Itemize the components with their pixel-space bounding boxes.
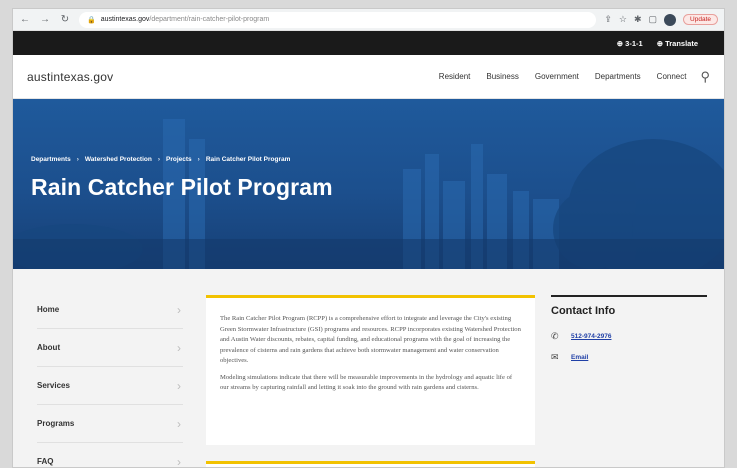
contact-email-link[interactable]: Email — [571, 354, 588, 361]
contact-phone-link[interactable]: 512-974-2976 — [571, 333, 611, 340]
breadcrumb-separator-icon: › — [197, 156, 200, 163]
envelope-icon: ✉ — [551, 352, 559, 362]
sidenav-item-label: Home — [37, 305, 60, 314]
next-card — [206, 461, 535, 467]
phone-label: 3-1-1 — [625, 38, 643, 48]
breadcrumb-separator-icon: › — [76, 156, 79, 163]
browser-window: ← → ↻ 🔒 austintexas.gov/department/rain-… — [12, 8, 725, 468]
url-path: /department/rain-catcher-pilot-program — [149, 16, 270, 23]
translate-label: Translate — [665, 38, 698, 48]
lock-icon: 🔒 — [87, 16, 96, 24]
search-icon[interactable]: ⚲ — [700, 69, 710, 85]
nav-resident[interactable]: Resident — [439, 72, 471, 81]
back-icon[interactable]: ← — [19, 14, 31, 25]
sidenav-item-services[interactable]: Services › — [37, 367, 183, 405]
utility-bar: ⊕ 3-1-1 ⊕ Translate — [13, 31, 724, 55]
nav-connect[interactable]: Connect — [657, 72, 687, 81]
translate-link[interactable]: ⊕ Translate — [657, 39, 698, 48]
site-header: austintexas.gov Resident Business Govern… — [13, 55, 724, 99]
address-bar[interactable]: 🔒 austintexas.gov/department/rain-catche… — [79, 11, 597, 28]
breadcrumb-current: Rain Catcher Pilot Program — [205, 156, 291, 163]
breadcrumb: Departments › Watershed Protection › Pro… — [31, 156, 290, 163]
breadcrumb-watershed[interactable]: Watershed Protection — [85, 156, 152, 163]
chevron-right-icon: › — [177, 454, 181, 468]
sidenav-item-programs[interactable]: Programs › — [37, 405, 183, 443]
intro-paragraph-1: The Rain Catcher Pilot Program (RCPP) is… — [220, 315, 521, 365]
nav-departments[interactable]: Departments — [595, 72, 641, 81]
intro-card: The Rain Catcher Pilot Program (RCPP) is… — [206, 295, 535, 445]
update-button[interactable]: Update — [683, 14, 718, 25]
forward-icon[interactable]: → — [39, 14, 51, 25]
breadcrumb-separator-icon: › — [157, 156, 161, 163]
contact-info: Contact Info ✆ 512-974-2976 ✉ Email — [551, 295, 707, 373]
sidenav-item-label: Programs — [37, 419, 75, 428]
sidenav-item-label: Services — [37, 381, 70, 390]
nav-business[interactable]: Business — [486, 72, 518, 81]
sidenav-item-label: FAQ — [37, 457, 54, 466]
chevron-right-icon: › — [177, 302, 181, 317]
nav-government[interactable]: Government — [535, 72, 579, 81]
hero-banner: Departments › Watershed Protection › Pro… — [13, 99, 724, 269]
chevron-right-icon: › — [177, 416, 181, 431]
extensions-icon[interactable]: ✱ — [634, 14, 642, 25]
chevron-right-icon: › — [177, 378, 181, 393]
main-content: Home › About › Services › Programs › FAQ… — [13, 269, 724, 467]
sidenav-item-home[interactable]: Home › — [37, 291, 183, 329]
reload-icon[interactable]: ↻ — [59, 14, 71, 25]
sidenav-item-label: About — [37, 343, 61, 352]
main-nav: Resident Business Government Departments… — [439, 72, 687, 81]
breadcrumb-projects[interactable]: Projects — [166, 156, 192, 163]
side-nav: Home › About › Services › Programs › FAQ… — [37, 291, 183, 468]
phone-link[interactable]: ⊕ 3-1-1 — [617, 39, 643, 48]
intro-paragraph-2: Modeling simulations indicate that there… — [220, 373, 513, 392]
sidenav-item-faq[interactable]: FAQ › — [37, 443, 183, 468]
url-host: austintexas.gov — [100, 16, 150, 23]
phone-icon: ✆ — [551, 331, 559, 341]
star-icon[interactable]: ☆ — [619, 14, 627, 25]
sidenav-item-about[interactable]: About › — [37, 329, 183, 367]
breadcrumb-departments[interactable]: Departments — [31, 156, 71, 163]
page-title: Rain Catcher Pilot Program — [31, 174, 333, 200]
contact-email-row: ✉ Email — [551, 352, 707, 363]
browser-toolbar: ← → ↻ 🔒 austintexas.gov/department/rain-… — [13, 9, 724, 31]
site-logo[interactable]: austintexas.gov — [27, 70, 113, 84]
sidebar-icon[interactable]: ▢ — [649, 14, 658, 25]
chevron-right-icon: › — [177, 340, 181, 355]
profile-avatar[interactable] — [664, 13, 677, 26]
contact-phone-row: ✆ 512-974-2976 — [551, 331, 707, 342]
contact-title: Contact Info — [551, 305, 616, 317]
share-icon[interactable]: ⇪ — [604, 14, 612, 25]
